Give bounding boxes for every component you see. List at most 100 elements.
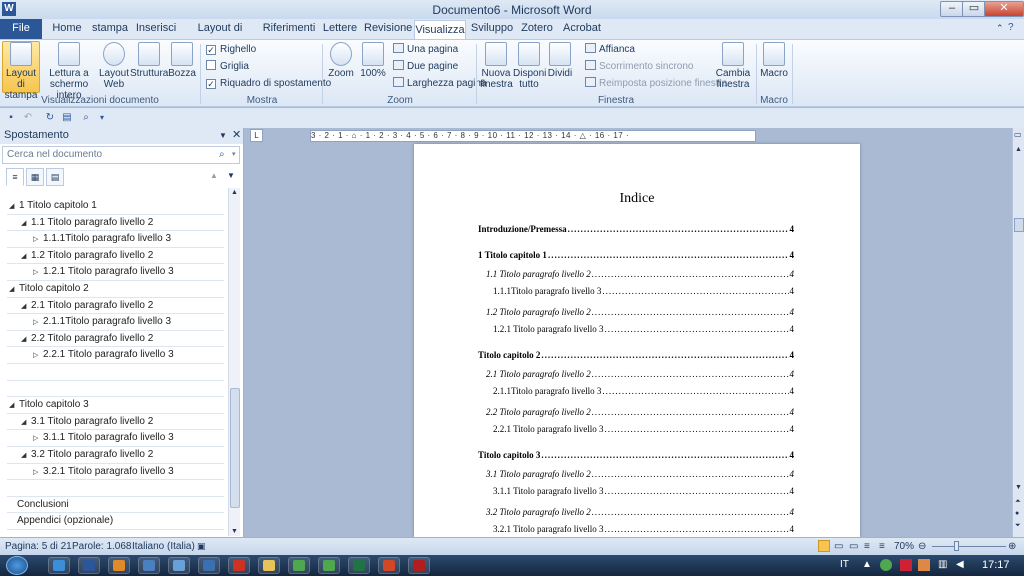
taskbar-button[interactable] [138, 557, 160, 574]
nav-heading-item[interactable]: ▷ 1.2.1 Titolo paragrafo livello 3 [7, 264, 224, 281]
tab-riferimenti[interactable]: Riferimenti [262, 19, 316, 39]
document-page[interactable]: Indice Introduzione/Premessa41 Titolo ca… [414, 144, 860, 537]
expand-icon[interactable]: ▷ [33, 265, 43, 280]
tab-sviluppo[interactable]: Sviluppo [470, 19, 514, 39]
toc-entry[interactable]: 3.2.1 Titolo paragrafo livello 3 4 [493, 524, 794, 534]
struttura-button[interactable]: Struttura [130, 42, 168, 79]
nav-heading-item[interactable]: ◢ 1 Titolo capitolo 1 [7, 198, 224, 215]
draft-view-icon[interactable]: ≡ [879, 541, 885, 552]
show-hidden-icons-icon[interactable]: ▲ [862, 559, 872, 570]
tab-zotero[interactable]: Zotero [518, 19, 556, 39]
nav-heading-item[interactable]: ◢ Titolo capitolo 2 [7, 281, 224, 298]
due-pagine-button[interactable]: Due pagine [393, 60, 458, 73]
macro-button[interactable]: Macro [760, 42, 788, 79]
nav-heading-item[interactable]: ▷ 3.1.1 Titolo paragrafo livello 3 [7, 430, 224, 447]
toc-entry[interactable]: Titolo capitolo 2 4 [478, 350, 794, 360]
toc-entry[interactable]: 1.2 Titolo paragrafo livello 2 4 [486, 307, 794, 317]
network-tray-icon[interactable]: ▥ [938, 559, 947, 570]
next-heading-icon[interactable]: ▼ [227, 171, 235, 180]
tab-visualizza[interactable]: Visualizza [414, 20, 466, 40]
riquadro-checkbox[interactable]: ✓ Riquadro di spostamento [206, 77, 331, 90]
una-pagina-button[interactable]: Una pagina [393, 43, 458, 56]
save-icon[interactable]: ▪ [5, 112, 17, 124]
taskbar-button[interactable] [108, 557, 130, 574]
layout-stampa-button[interactable]: Layout di stampa [2, 41, 40, 101]
search-icon[interactable]: ⌕ [219, 147, 225, 163]
tab-home[interactable]: Home [48, 19, 86, 39]
language-indicator[interactable]: Italiano (Italia) [132, 541, 195, 552]
taskbar-button[interactable] [378, 557, 400, 574]
disponi-tutto-button[interactable]: Disponi tutto [513, 42, 546, 90]
tab-inserisci[interactable]: Inserisci [134, 19, 178, 39]
headings-view-tab[interactable]: ≡ [6, 168, 24, 186]
previous-page-icon[interactable]: ⏶ [1015, 498, 1021, 506]
larghezza-pagina-button[interactable]: Larghezza pagina [393, 77, 487, 90]
print-layout-icon[interactable] [818, 540, 830, 552]
tab-layout-pagina[interactable]: Layout di pagina [182, 19, 258, 53]
scrollbar-thumb[interactable] [1014, 218, 1024, 232]
dividi-button[interactable]: Dividi [546, 42, 574, 79]
nav-heading-item[interactable]: ▷ 3.2.1 Titolo paragrafo livello 3 [7, 464, 224, 481]
tab-acrobat[interactable]: Acrobat [560, 19, 604, 39]
results-view-tab[interactable]: ▤ [46, 168, 64, 186]
nav-heading-item[interactable]: ◢ 3.1 Titolo paragrafo livello 2 [7, 414, 224, 431]
righello-checkbox[interactable]: ✓ Righello [206, 43, 256, 56]
collapse-icon[interactable]: ◢ [21, 216, 31, 231]
nav-empty-item[interactable] [7, 364, 224, 381]
web-layout-icon[interactable]: ▭ [849, 541, 858, 552]
collapse-icon[interactable]: ◢ [21, 249, 31, 264]
nav-heading-item[interactable]: ◢ 1.1 Titolo paragrafo livello 2 [7, 215, 224, 232]
collapse-icon[interactable]: ◢ [21, 448, 31, 463]
lettura-schermo-button[interactable]: Lettura a schermo intero [42, 42, 96, 101]
nav-heading-item[interactable]: ▷ 2.2.1 Titolo paragrafo livello 3 [7, 347, 224, 364]
nav-heading-item[interactable]: ◢ 1.2 Titolo paragrafo livello 2 [7, 248, 224, 265]
page-count[interactable]: Pagina: 5 di 21 [5, 541, 72, 552]
navigation-scrollbar[interactable]: ▲ ▼ [228, 188, 240, 536]
taskbar-button[interactable] [288, 557, 310, 574]
minimize-button[interactable]: – [940, 1, 964, 17]
taskbar-button[interactable] [258, 557, 280, 574]
griglia-checkbox[interactable]: Griglia [206, 60, 249, 73]
scroll-down-icon[interactable]: ▼ [231, 528, 238, 535]
collapse-icon[interactable]: ◢ [9, 282, 19, 297]
next-page-icon[interactable]: ⏷ [1015, 522, 1021, 530]
zoom-button[interactable]: Zoom [326, 42, 356, 79]
help-icon[interactable]: ? [1008, 22, 1014, 33]
layout-web-button[interactable]: Layout Web [98, 42, 130, 90]
previous-heading-icon[interactable]: ▲ [210, 171, 218, 180]
taskbar-button[interactable] [348, 557, 370, 574]
toc-entry[interactable]: 3.1.1 Titolo paragrafo livello 3 4 [493, 486, 794, 496]
taskbar-button[interactable] [408, 557, 430, 574]
nav-empty-item[interactable] [7, 381, 224, 398]
toc-entry[interactable]: 2.1.1Titolo paragrafo livello 3 4 [493, 386, 794, 396]
pane-close-button[interactable]: ✕ [232, 128, 241, 143]
toc-entry[interactable]: 1.1 Titolo paragrafo livello 2 4 [486, 269, 794, 279]
toc-entry[interactable]: 2.1 Titolo paragrafo livello 2 4 [486, 369, 794, 379]
nav-heading-item[interactable]: ▷ 1.1.1Titolo paragrafo livello 3 [7, 231, 224, 248]
redo-icon[interactable]: ↻ [44, 112, 56, 124]
tab-lettere[interactable]: Lettere [320, 19, 360, 39]
taskbar-button[interactable] [318, 557, 340, 574]
zoom-100-button[interactable]: 100% [358, 42, 388, 79]
nav-heading-item[interactable]: ◢ 2.1 Titolo paragrafo livello 2 [7, 298, 224, 315]
nav-heading-item[interactable]: ◢ Titolo capitolo 3 [7, 397, 224, 414]
cambia-finestra-button[interactable]: Cambia finestra [714, 42, 752, 90]
toc-entry[interactable]: 1.2.1 Titolo paragrafo livello 3 4 [493, 324, 794, 334]
toc-entry[interactable]: 2.2 Titolo paragrafo livello 2 4 [486, 407, 794, 417]
start-button[interactable] [6, 556, 28, 575]
collapse-icon[interactable]: ◢ [21, 332, 31, 347]
collapse-icon[interactable]: ◢ [9, 398, 19, 413]
toc-entry[interactable]: 3.1 Titolo paragrafo livello 2 4 [486, 469, 794, 479]
chrome-tray-icon[interactable] [880, 559, 892, 571]
search-input[interactable]: Cerca nel documento ⌕ ▾ [2, 146, 240, 164]
collapse-icon[interactable]: ◢ [21, 415, 31, 430]
close-button[interactable]: ✕ [984, 1, 1024, 17]
nuova-finestra-button[interactable]: Nuova finestra [480, 42, 513, 90]
browse-object-icon[interactable]: ● [1015, 510, 1019, 517]
zoom-slider-thumb[interactable] [954, 541, 959, 551]
taskbar-button[interactable] [198, 557, 220, 574]
undo-icon[interactable]: ↶ [22, 112, 34, 124]
affianca-button[interactable]: Affianca [585, 43, 635, 56]
expand-icon[interactable]: ▷ [33, 232, 43, 247]
scroll-down-icon[interactable]: ▼ [1015, 484, 1022, 491]
